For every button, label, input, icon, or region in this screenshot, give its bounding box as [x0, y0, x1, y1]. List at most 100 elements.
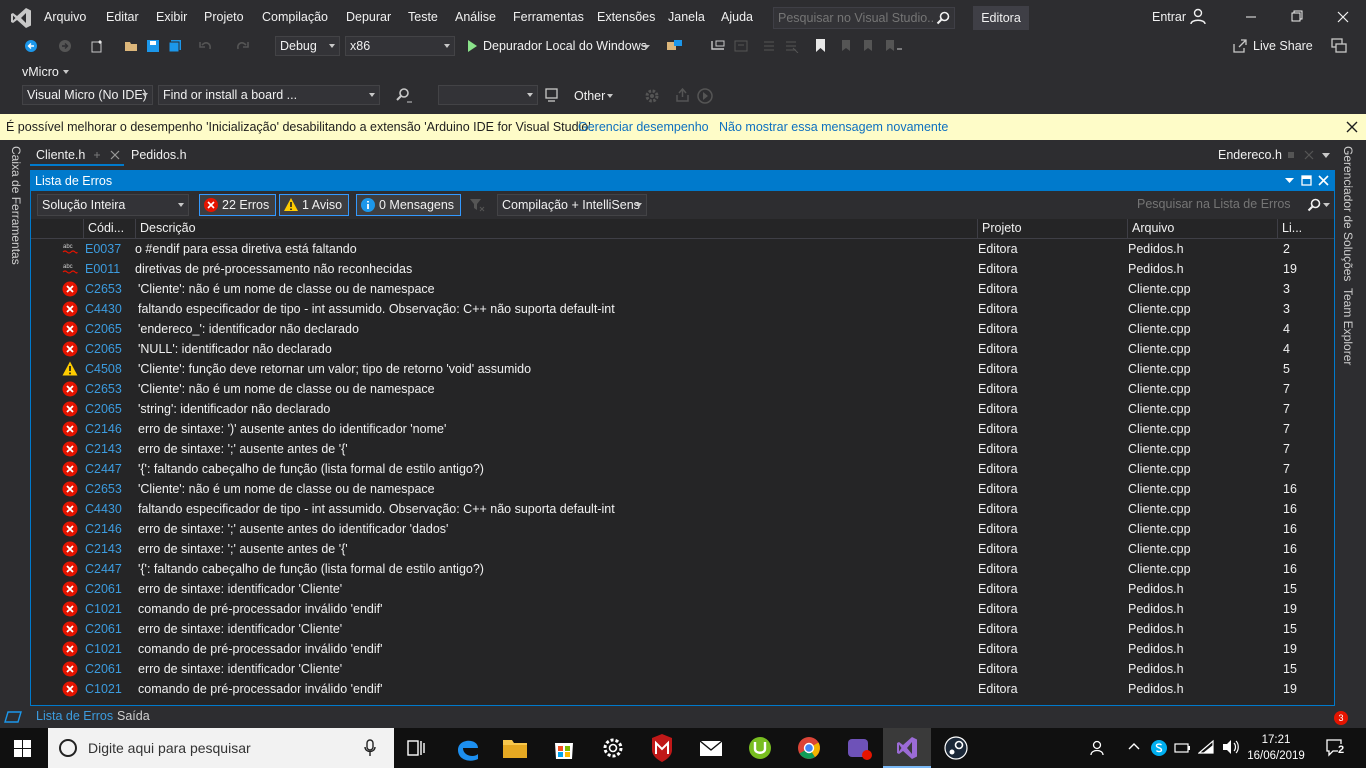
taskbar-search[interactable]: Digite aqui para pesquisar	[48, 728, 394, 768]
people-icon[interactable]	[1090, 739, 1108, 757]
other-menu[interactable]: Other	[574, 89, 605, 103]
menu-editar[interactable]: Editar	[106, 10, 139, 24]
save-icon[interactable]	[146, 39, 160, 53]
settings-gear-icon[interactable]	[589, 728, 637, 768]
restore-button[interactable]	[1274, 0, 1320, 34]
table-row[interactable]: C4508 'Cliente': função deve retornar um …	[31, 359, 1334, 379]
bookmark-prev-icon[interactable]	[838, 38, 854, 54]
pin-icon[interactable]	[1286, 150, 1296, 160]
table-row[interactable]: C4430 faltando especificador de tipo - in…	[31, 299, 1334, 319]
column-line[interactable]: Li...	[1277, 219, 1334, 238]
table-row[interactable]: C2653 'Cliente': não é um nome de classe …	[31, 379, 1334, 399]
visual-studio-taskbar-icon[interactable]	[883, 728, 931, 768]
search-board-icon[interactable]	[394, 87, 412, 105]
error-code-link[interactable]: C1021	[85, 599, 133, 619]
board-combo[interactable]: Find or install a board ...	[158, 85, 380, 105]
chevron-down-icon[interactable]	[643, 45, 651, 50]
manage-performance-link[interactable]: Gerenciar desempenho	[578, 120, 709, 134]
error-list-search[interactable]	[1131, 194, 1331, 216]
chevron-down-icon[interactable]	[63, 70, 69, 74]
chevron-up-icon[interactable]	[1128, 742, 1140, 750]
platform-combo[interactable]: x86	[345, 36, 455, 56]
notification-badge[interactable]: 3	[1334, 711, 1348, 725]
step-over-icon[interactable]	[733, 39, 749, 53]
error-code-link[interactable]: C2447	[85, 559, 133, 579]
undo-icon[interactable]	[198, 39, 214, 53]
error-code-link[interactable]: E0037	[85, 239, 133, 259]
chevron-down-icon[interactable]	[1323, 203, 1330, 207]
toolbox-side-tab[interactable]: Caixa de Ferramentas	[9, 146, 23, 265]
build-intellisense-combo[interactable]: Compilação + IntelliSens	[497, 194, 647, 216]
visual-studio-logo-icon[interactable]	[10, 7, 32, 29]
warnings-filter-button[interactable]: 1 Aviso	[279, 194, 350, 216]
chevron-down-icon[interactable]	[1285, 178, 1294, 183]
error-code-link[interactable]: C2065	[85, 319, 133, 339]
steam-icon[interactable]	[932, 728, 980, 768]
column-description[interactable]: Descrição	[135, 219, 977, 238]
close-icon[interactable]	[1304, 150, 1314, 160]
menu-ferramentas[interactable]: Ferramentas	[513, 10, 584, 24]
error-code-link[interactable]: C1021	[85, 639, 133, 659]
error-code-link[interactable]: C4430	[85, 299, 133, 319]
error-code-link[interactable]: C2061	[85, 579, 133, 599]
bookmark-clear-icon[interactable]	[882, 38, 902, 54]
table-row[interactable]: C2065 'NULL': identificador não declarado…	[31, 339, 1334, 359]
error-code-link[interactable]: C2447	[85, 459, 133, 479]
scope-combo[interactable]: Solução Inteira	[37, 194, 189, 216]
navigate-back-icon[interactable]	[24, 39, 38, 53]
maximize-icon[interactable]	[1301, 175, 1312, 186]
pin-icon[interactable]	[92, 150, 102, 160]
utorrent-icon[interactable]	[736, 728, 784, 768]
edge-browser-icon[interactable]	[444, 728, 492, 768]
error-code-link[interactable]: E0011	[85, 259, 133, 279]
system-clock[interactable]: 17:21 16/06/2019	[1246, 732, 1306, 764]
battery-icon[interactable]	[1174, 740, 1192, 756]
error-code-link[interactable]: C2146	[85, 419, 133, 439]
table-row[interactable]: C2447 '{': faltando cabeçalho de função (…	[31, 459, 1334, 479]
errors-filter-button[interactable]: 22 Erros	[199, 194, 277, 216]
table-row[interactable]: C2061 erro de sintaxe: identificador 'Cli…	[31, 619, 1334, 639]
table-row[interactable]: C2146 erro de sintaxe: ';' ausente antes …	[31, 519, 1334, 539]
table-row[interactable]: C2146 erro de sintaxe: ')' ausente antes …	[31, 419, 1334, 439]
menu-exibir[interactable]: Exibir	[156, 10, 187, 24]
menu-teste[interactable]: Teste	[408, 10, 438, 24]
live-share-icon[interactable]	[1232, 38, 1248, 54]
vmicro-menu[interactable]: vMicro	[22, 65, 59, 79]
error-code-link[interactable]: C1021	[85, 679, 133, 699]
error-list-search-input[interactable]	[1131, 194, 1301, 214]
start-debugger-button[interactable]: Depurador Local do Windows	[483, 39, 647, 53]
wifi-icon[interactable]	[1198, 739, 1216, 755]
column-code[interactable]: Códi...	[83, 219, 135, 238]
port-combo[interactable]	[438, 85, 538, 105]
error-code-link[interactable]: C2065	[85, 399, 133, 419]
table-row[interactable]: C1021 comando de pré-processador inválido…	[31, 599, 1334, 619]
messages-filter-button[interactable]: 0 Mensagens	[356, 194, 462, 216]
solution-explorer-side-tab[interactable]: Gerenciador de Soluções	[1341, 146, 1355, 281]
team-explorer-side-tab[interactable]: Team Explorer	[1341, 288, 1355, 365]
error-code-link[interactable]: C2061	[85, 619, 133, 639]
task-view-icon[interactable]	[392, 728, 440, 768]
tab-output[interactable]: Saída	[117, 709, 150, 723]
store-icon[interactable]	[540, 728, 588, 768]
upload-icon[interactable]	[674, 87, 692, 105]
menu-extensoes[interactable]: Extensões	[597, 10, 655, 24]
user-icon[interactable]	[1190, 8, 1208, 26]
column-file[interactable]: Arquivo	[1127, 219, 1277, 238]
error-code-link[interactable]: C2653	[85, 379, 133, 399]
step-into-icon[interactable]	[710, 39, 726, 53]
serial-monitor-icon[interactable]	[544, 87, 562, 105]
ide-version-combo[interactable]: Visual Micro (No IDE)	[22, 85, 153, 105]
quick-launch-search[interactable]	[773, 7, 955, 29]
mcafee-icon[interactable]	[638, 728, 686, 768]
microphone-icon[interactable]	[364, 739, 376, 757]
windows-start-icon[interactable]	[14, 740, 32, 758]
error-code-link[interactable]: C2143	[85, 539, 133, 559]
debug-run-icon[interactable]	[696, 87, 714, 105]
close-icon[interactable]	[1346, 121, 1358, 133]
table-row[interactable]: C2061 erro de sintaxe: identificador 'Cli…	[31, 659, 1334, 679]
feedback-icon[interactable]	[1330, 37, 1348, 55]
table-row[interactable]: C2653 'Cliente': não é um nome de classe …	[31, 479, 1334, 499]
menu-depurar[interactable]: Depurar	[346, 10, 391, 24]
clear-filter-icon[interactable]	[469, 197, 485, 213]
volume-icon[interactable]	[1222, 739, 1240, 755]
